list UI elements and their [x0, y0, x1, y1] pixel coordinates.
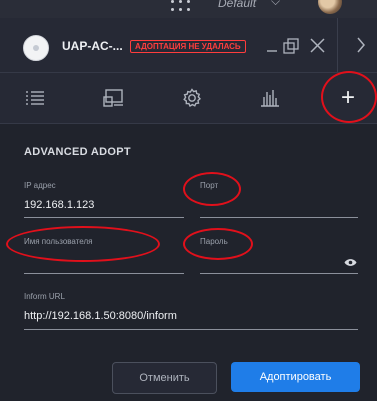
list-icon [26, 91, 44, 105]
port-field-underline [200, 217, 358, 218]
tab-bar: + [0, 73, 377, 124]
section-title: ADVANCED ADOPT [24, 146, 131, 158]
inform-url-field[interactable]: http://192.168.1.50:8080/inform [24, 310, 177, 322]
adopt-button[interactable]: Адоптировать [231, 362, 360, 392]
inform-url-label: Inform URL [24, 292, 65, 301]
device-header: UAP-AC-... АДОПТАЦИЯ НЕ УДАЛАСЬ [0, 18, 377, 73]
divider [337, 18, 338, 72]
ip-label: IP адрес [24, 181, 56, 190]
close-icon[interactable] [310, 38, 325, 57]
password-field[interactable] [200, 255, 340, 269]
eye-icon[interactable] [344, 254, 357, 272]
port-field[interactable] [200, 199, 358, 213]
avatar[interactable] [318, 0, 342, 14]
ip-field[interactable]: 192.168.1.123 [24, 199, 94, 211]
tab-statistics[interactable] [240, 73, 300, 123]
tab-settings[interactable] [162, 73, 222, 123]
username-label: Имя пользователя [24, 237, 93, 246]
password-field-underline [200, 273, 358, 274]
devices-icon [103, 89, 123, 107]
bar-chart-icon [261, 90, 279, 107]
username-field[interactable] [24, 255, 184, 269]
tab-devices[interactable] [84, 73, 144, 123]
top-bar: Default ⌵ [0, 0, 377, 18]
apps-grid-icon[interactable] [170, 0, 192, 14]
cancel-button[interactable]: Отменить [112, 362, 217, 394]
next-icon[interactable] [356, 36, 366, 58]
plus-icon: + [340, 84, 355, 111]
port-label: Порт [200, 181, 219, 190]
popout-icon[interactable] [283, 38, 299, 58]
ip-field-underline [24, 217, 184, 218]
tab-details[interactable] [5, 73, 65, 123]
password-label: Пароль [200, 237, 228, 246]
access-point-icon [23, 35, 49, 61]
username-field-underline [24, 273, 184, 274]
site-selector[interactable]: Default [218, 0, 256, 10]
minimize-icon[interactable] [266, 38, 278, 56]
tab-add[interactable]: + [318, 73, 377, 123]
chevron-down-icon[interactable]: ⌵ [271, 0, 280, 9]
status-badge: АДОПТАЦИЯ НЕ УДАЛАСЬ [130, 40, 246, 53]
device-name: UAP-AC-... [62, 39, 123, 53]
gear-icon [183, 88, 201, 107]
inform-url-underline [24, 329, 358, 330]
